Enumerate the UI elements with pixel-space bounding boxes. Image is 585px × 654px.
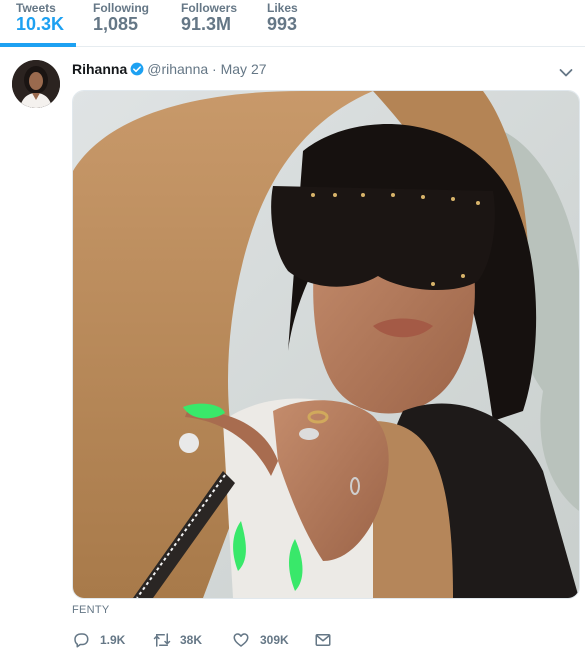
stat-following-label: Following bbox=[93, 1, 149, 15]
stat-tweets-label: Tweets bbox=[16, 1, 56, 15]
tweet-timestamp[interactable]: May 27 bbox=[221, 61, 267, 77]
stat-tweets-value: 10.3K bbox=[16, 14, 65, 34]
chevron-down-icon bbox=[559, 69, 573, 77]
stat-likes[interactable]: Likes 993 bbox=[267, 0, 307, 46]
header-separator: · bbox=[212, 61, 217, 77]
like-button[interactable]: 309K bbox=[232, 630, 302, 650]
tweet-header: Rihanna @rihanna · May 27 bbox=[72, 61, 267, 79]
profile-stats-bar: Tweets 10.3K Following 1,085 Followers 9… bbox=[0, 0, 585, 47]
stat-following[interactable]: Following 1,085 bbox=[93, 0, 153, 46]
retweet-icon bbox=[153, 633, 171, 647]
tweet-options-button[interactable] bbox=[559, 65, 573, 77]
stat-followers-value: 91.3M bbox=[181, 14, 232, 34]
verified-badge-icon bbox=[130, 62, 144, 76]
tweet-actions: 1.9K 38K 309K bbox=[72, 630, 372, 652]
stat-likes-value: 993 bbox=[267, 14, 298, 34]
stat-following-value: 1,085 bbox=[93, 14, 139, 34]
retweet-button[interactable]: 38K bbox=[152, 630, 212, 650]
tweet[interactable]: Rihanna @rihanna · May 27 FENTY 1.9K 38K… bbox=[0, 47, 585, 654]
reply-icon bbox=[74, 633, 89, 648]
avatar[interactable] bbox=[12, 60, 60, 108]
tweet-photo[interactable] bbox=[72, 90, 580, 599]
reply-button[interactable]: 1.9K bbox=[72, 630, 132, 650]
reply-count: 1.9K bbox=[100, 633, 126, 647]
stat-likes-label: Likes bbox=[267, 1, 298, 15]
tweet-text: FENTY bbox=[72, 604, 110, 616]
author-name[interactable]: Rihanna bbox=[72, 61, 127, 77]
retweet-count: 38K bbox=[180, 633, 203, 647]
direct-message-button[interactable] bbox=[314, 630, 334, 650]
like-count: 309K bbox=[260, 633, 289, 647]
stat-tweets[interactable]: Tweets 10.3K bbox=[0, 0, 76, 47]
stat-followers[interactable]: Followers 91.3M bbox=[181, 0, 241, 46]
photo-image bbox=[73, 91, 579, 598]
envelope-icon bbox=[315, 634, 331, 646]
heart-icon bbox=[233, 633, 249, 647]
stat-followers-label: Followers bbox=[181, 1, 238, 15]
author-handle[interactable]: @rihanna bbox=[147, 61, 208, 77]
avatar-image bbox=[12, 60, 60, 108]
